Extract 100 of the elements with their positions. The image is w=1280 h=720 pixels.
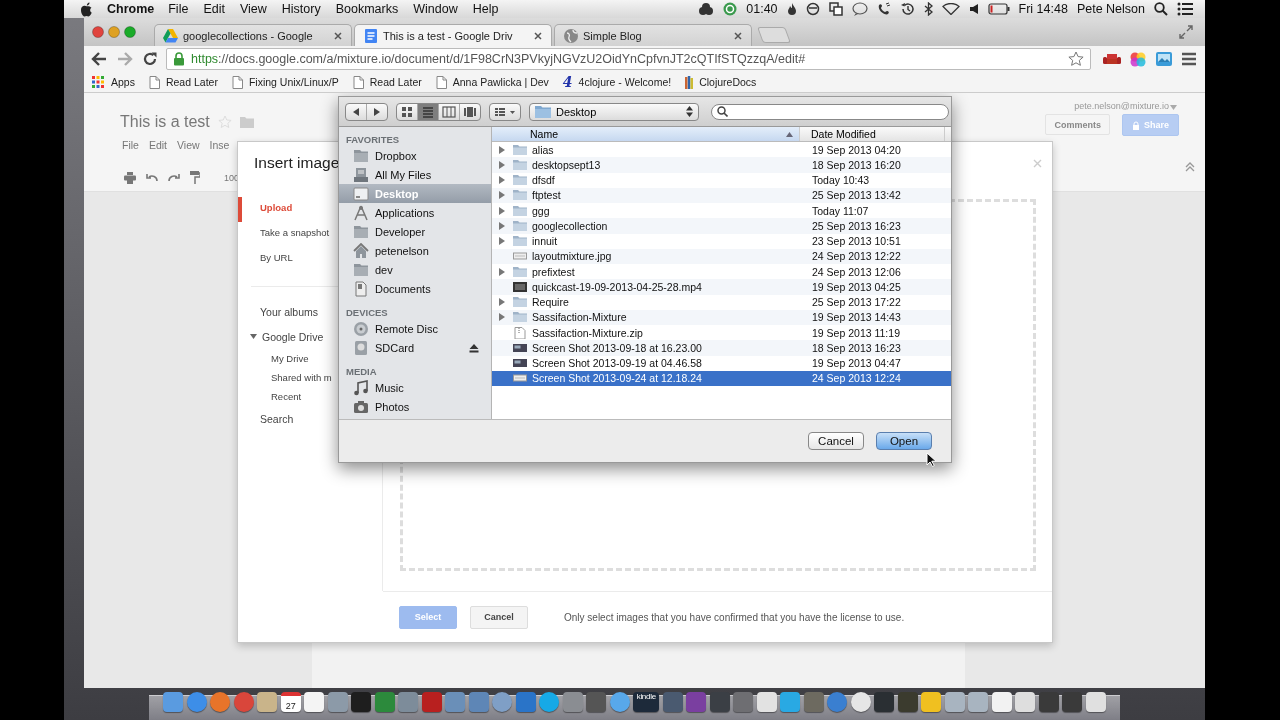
sidebar-item[interactable]: dev [339, 260, 491, 279]
print-icon[interactable] [124, 171, 136, 184]
app-icon[interactable] [539, 692, 560, 712]
speaker-icon[interactable] [968, 3, 979, 15]
cancel-button[interactable]: Cancel [470, 605, 528, 629]
location-popup[interactable]: Desktop [529, 102, 699, 121]
app-icon[interactable] [850, 692, 871, 712]
paint-roller-icon[interactable] [190, 171, 200, 184]
speech-bubble-icon[interactable] [851, 2, 868, 16]
menu-item[interactable]: Edit [203, 2, 225, 16]
browser-tab[interactable]: googlecollections - Google [154, 24, 352, 46]
source-item[interactable]: Google Drive [262, 330, 324, 343]
app-icon[interactable] [186, 692, 207, 712]
sidebar-item[interactable]: All My Files [339, 165, 491, 184]
star-icon[interactable] [1068, 51, 1084, 67]
source-item[interactable]: Search [260, 412, 294, 425]
app-icon[interactable] [827, 692, 848, 712]
file-row[interactable]: quickcast-19-09-2013-04-25-28.mp4 19 Sep 2013 04:25 [492, 279, 951, 295]
menu-logo-icon[interactable] [80, 1, 93, 17]
reload-icon[interactable] [142, 51, 158, 67]
app-icon[interactable] [1038, 692, 1059, 712]
app-icon[interactable] [897, 692, 918, 712]
menu-item[interactable]: File [168, 2, 189, 16]
windows-icon[interactable] [828, 2, 843, 16]
app-menu[interactable]: Chrome [107, 2, 155, 16]
app-icon[interactable] [609, 692, 630, 712]
back-icon[interactable] [90, 51, 108, 67]
file-row[interactable]: Screen Shot 2013-09-24 at 12.18.24 24 Sep 2013 12:24 [492, 370, 951, 386]
source-item[interactable]: Your albums [260, 305, 318, 318]
file-row[interactable]: Sassifaction-Mixture.zip 19 Sep 2013 11:19 [492, 325, 951, 341]
app-icon[interactable] [233, 692, 254, 712]
undo-icon[interactable] [146, 172, 158, 183]
app-icon[interactable] [991, 692, 1012, 712]
column-header[interactable]: Name [492, 127, 800, 141]
app-icon[interactable] [756, 692, 777, 712]
file-row[interactable]: ftptest 25 Sep 2013 13:42 [492, 187, 951, 203]
sidebar-item[interactable]: petenelson [339, 241, 491, 260]
user-name[interactable]: Pete Nelson [1076, 2, 1145, 16]
menu-item[interactable]: History [281, 2, 321, 16]
file-row[interactable]: Require 25 Sep 2013 17:22 [492, 294, 951, 310]
expanded-triangle-icon[interactable] [250, 333, 257, 340]
file-row[interactable]: Screen Shot 2013-09-19 at 04.46.58 19 Sep 2013 04:47 [492, 355, 951, 371]
bookmark[interactable]: Apps [92, 75, 135, 89]
menu-item[interactable]: Window [413, 2, 458, 16]
file-row[interactable]: googlecollection 25 Sep 2013 16:23 [492, 218, 951, 234]
fullscreen-icon[interactable] [1179, 25, 1193, 39]
flame-icon[interactable] [786, 2, 797, 16]
app-icon[interactable] [492, 692, 513, 712]
app-icon[interactable] [874, 692, 895, 712]
app-icon[interactable] [351, 692, 372, 712]
search-icon[interactable] [1154, 2, 1168, 16]
phone-icon[interactable] [876, 2, 891, 16]
menu-icon[interactable] [1181, 52, 1197, 66]
image-icon[interactable] [1155, 51, 1173, 67]
timer-icon[interactable] [723, 2, 738, 16]
sidebar-item[interactable]: Music [339, 378, 491, 397]
sidebar-item[interactable]: Developer [339, 222, 491, 241]
wifi-icon[interactable] [941, 3, 960, 15]
open-button[interactable]: Open [876, 432, 932, 450]
sidebar-item[interactable]: Photos [339, 397, 491, 416]
disclosure-triangle-icon[interactable] [499, 267, 505, 276]
cancel-button[interactable]: Cancel [808, 432, 864, 450]
close-icon[interactable] [733, 30, 743, 41]
app-icon[interactable]: kindle [633, 692, 660, 712]
close-icon[interactable] [533, 30, 543, 41]
close-icon[interactable] [333, 30, 343, 41]
file-row[interactable]: ggg Today 11:07 [492, 203, 951, 219]
app-icon[interactable] [1062, 692, 1083, 712]
columns-icon[interactable] [439, 103, 460, 120]
file-row[interactable]: Screen Shot 2013-09-18 at 16.23.00 18 Sep 2013 16:23 [492, 340, 951, 356]
window-control-icon[interactable] [92, 26, 104, 38]
sidebar-item[interactable]: Remote Disc [339, 319, 491, 338]
bookmark[interactable]: Fixing Unix/Linux/P [231, 75, 339, 89]
bookmark[interactable]: Read Later [148, 75, 218, 89]
search-field[interactable] [711, 103, 949, 120]
gauge-icon[interactable] [805, 2, 820, 16]
bookmark[interactable]: Anna Pawlicka | Dev [435, 75, 549, 89]
file-row[interactable]: Sassifaction-Mixture 19 Sep 2013 14:43 [492, 309, 951, 325]
cloud-icon[interactable] [698, 2, 715, 16]
sofa-icon[interactable] [1103, 52, 1121, 66]
file-row[interactable]: dfsdf Today 10:43 [492, 172, 951, 188]
file-row[interactable]: prefixtest 24 Sep 2013 12:06 [492, 264, 951, 280]
sidebar-item[interactable]: SDCard [339, 338, 491, 357]
bookmark[interactable]: ClojureDocs [685, 75, 757, 89]
column-header[interactable]: Date Modified [800, 127, 945, 141]
address-bar[interactable]: https://docs.google.com/a/mixture.io/document/d/1F98CrN3PVkyjNGVzU2OidYnCpfvnJT2cQTIfSTQzzqA/edit# [166, 48, 1091, 70]
file-row[interactable]: innuit 23 Sep 2013 10:51 [492, 233, 951, 249]
collapse-icon[interactable] [1185, 162, 1195, 172]
clock-text[interactable]: Fri 14:48 [1018, 2, 1068, 16]
app-icon[interactable] [304, 692, 325, 712]
redo-icon[interactable] [168, 172, 180, 183]
menu-item[interactable]: View [177, 139, 200, 151]
calendar-icon[interactable]: 27 [280, 692, 301, 712]
menu-item[interactable]: File [122, 139, 139, 151]
bluetooth-icon[interactable] [923, 2, 933, 16]
file-row[interactable]: desktopsept13 18 Sep 2013 16:20 [492, 157, 951, 173]
history-icon[interactable] [899, 2, 915, 16]
menu-item[interactable]: Edit [148, 139, 167, 151]
file-row[interactable]: alias 19 Sep 2013 04:20 [492, 142, 951, 158]
document-title[interactable]: This is a test [120, 113, 210, 131]
